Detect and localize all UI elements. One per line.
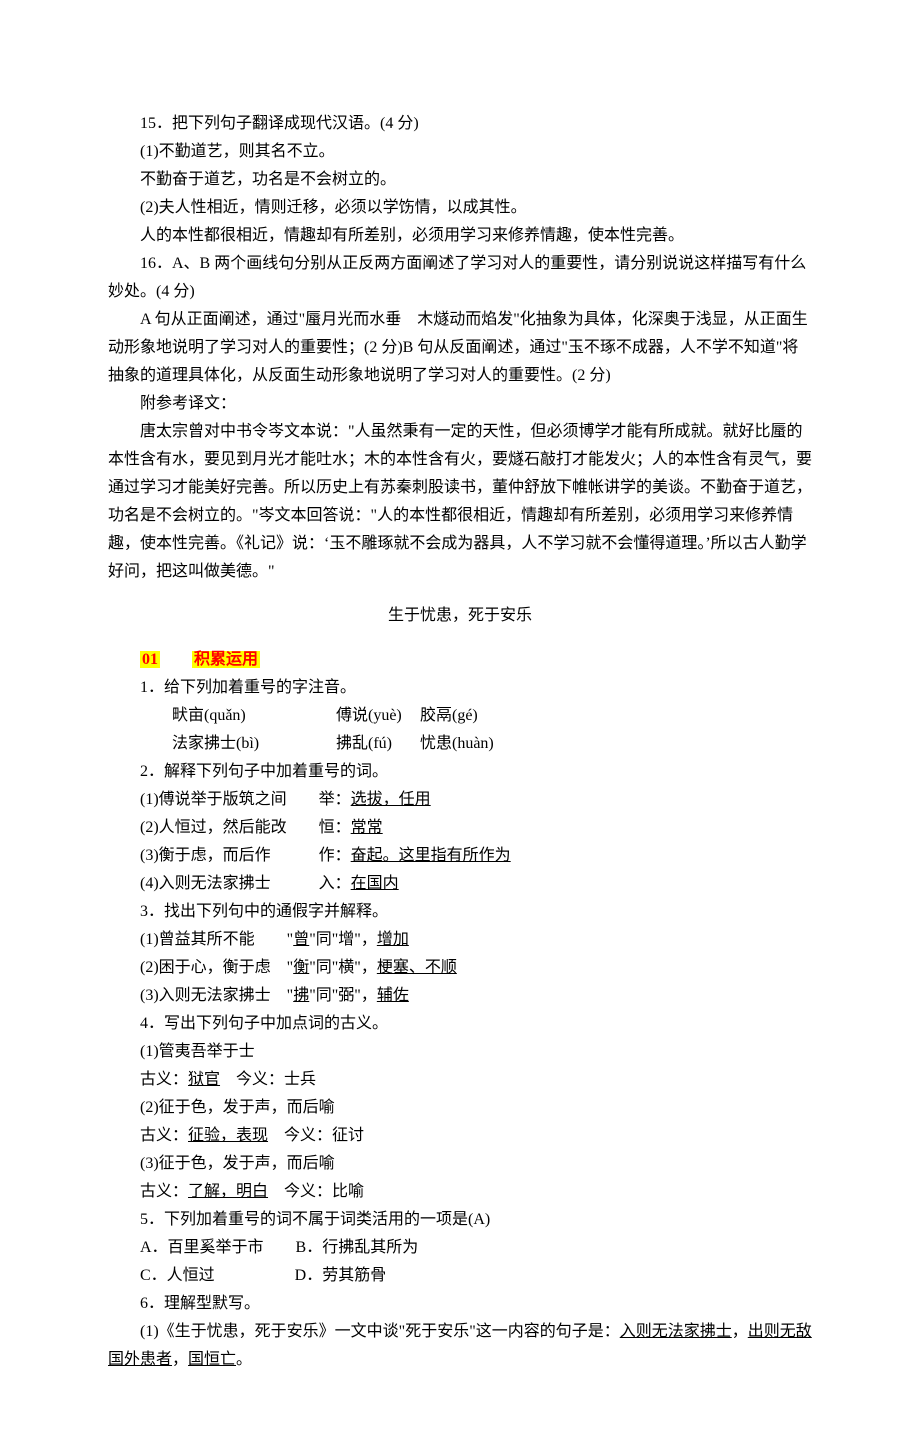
s5-b: C．人恒过 D．劳其筋骨 <box>108 1262 812 1290</box>
s6-q: 6．理解型默写。 <box>108 1290 812 1318</box>
section-gap <box>160 651 192 668</box>
s3-i3: (3)入则无法家拂士 "拂"同"弼"，辅佐 <box>108 982 812 1010</box>
s4-i3: (3)征于色，发于声，而后喻 <box>108 1150 812 1178</box>
s4-i1-line: 古义：狱官 今义：士兵 <box>108 1066 812 1094</box>
s4-i1: (1)管夷吾举于士 <box>108 1038 812 1066</box>
s4-i3-line: 古义：了解，明白 今义：比喻 <box>108 1178 812 1206</box>
q16-ans: A 句从正面阐述，通过"蜃月光而水垂 木燧动而焰发"化抽象为具体，化深奥于浅显，… <box>108 306 812 390</box>
s6-i1g: 。 <box>236 1351 252 1368</box>
s2-i4b: 在国内 <box>351 875 399 892</box>
title2: 生于忧患，死于安乐 <box>108 602 812 630</box>
s3-i3b: 拂 <box>293 987 309 1004</box>
s3-i3a: (3)入则无法家拂士 " <box>140 987 293 1004</box>
s2-q: 2．解释下列句子中加着重号的词。 <box>108 758 812 786</box>
s3-i2a: (2)困于心，衡于虑 " <box>140 959 293 976</box>
section-num: 01 <box>140 651 160 668</box>
s4-i3c: 今义：比喻 <box>268 1183 364 1200</box>
s3-i3c: "同"弼"， <box>309 987 377 1004</box>
s2-i1b: 选拔，任用 <box>351 791 431 808</box>
s5-a: A．百里奚举于市 B．行拂乱其所为 <box>108 1234 812 1262</box>
s4-i1b: 狱官 <box>188 1071 220 1088</box>
s4-q: 4．写出下列句子中加点词的古义。 <box>108 1010 812 1038</box>
s3-i2c: "同"横"， <box>309 959 377 976</box>
s4-i3a: 古义： <box>140 1183 188 1200</box>
s3-i1c: "同"增"， <box>309 931 377 948</box>
s2-i2b: 常常 <box>351 819 383 836</box>
s4-i3b: 了解，明白 <box>188 1183 268 1200</box>
document-page: 15．把下列句子翻译成现代汉语。(4 分) (1)不勤道艺，则其名不立。 不勤奋… <box>0 0 920 1434</box>
s4-i2b: 征验，表现 <box>188 1127 268 1144</box>
s3-i1b: 曾 <box>293 931 309 948</box>
s3-i2: (2)困于心，衡于虑 "衡"同"横"，梗塞、不顺 <box>108 954 812 982</box>
s3-i1a: (1)曾益其所不能 " <box>140 931 293 948</box>
q15-ans1: 不勤奋于道艺，功名是不会树立的。 <box>108 166 812 194</box>
s4-i2: (2)征于色，发于声，而后喻 <box>108 1094 812 1122</box>
s6-i1e: ， <box>172 1351 188 1368</box>
s1-r2b: 拂乱(fú) <box>304 730 416 758</box>
s1-row2: 法家拂士(bì) 拂乱(fú) 忧患(huàn) <box>108 730 812 758</box>
s5-q: 5．下列加着重号的词不属于词类活用的一项是(A) <box>108 1206 812 1234</box>
q16-title: 16．A、B 两个画线句分别从正反两方面阐述了学习对人的重要性，请分别说说这样描… <box>108 250 812 306</box>
s2-i2: (2)人恒过，然后能改 恒：常常 <box>108 814 812 842</box>
s3-i2b: 衡 <box>293 959 309 976</box>
s2-i3b: 奋起。这里指有所作为 <box>351 847 511 864</box>
s6-i1: (1)《生于忧患，死于安乐》一文中谈"死于安乐"这一内容的句子是：入则无法家拂士… <box>108 1318 812 1374</box>
s2-i4: (4)入则无法家拂士 入：在国内 <box>108 870 812 898</box>
s2-i4a: (4)入则无法家拂士 入： <box>140 875 351 892</box>
ref-p1: 唐太宗曾对中书令岑文本说："人虽然秉有一定的天性，但必须博学才能有所成就。就好比… <box>108 418 812 586</box>
s1-r2a: 法家拂士(bì) <box>140 730 300 758</box>
s2-i3: (3)衡于虑，而后作 作：奋起。这里指有所作为 <box>108 842 812 870</box>
q15-title: 15．把下列句子翻译成现代汉语。(4 分) <box>108 110 812 138</box>
s4-i2c: 今义：征讨 <box>268 1127 364 1144</box>
section-label: 积累运用 <box>192 651 260 668</box>
s1-r1c: 胶鬲(gé) <box>420 707 478 724</box>
s6-i1b: 入则无法家拂士 <box>620 1323 732 1340</box>
ref-head: 附参考译文： <box>108 390 812 418</box>
s4-i1a: 古义： <box>140 1071 188 1088</box>
q15-ans2: 人的本性都很相近，情趣却有所差别，必须用学习来修养情趣，使本性完善。 <box>108 222 812 250</box>
s3-i1: (1)曾益其所不能 "曾"同"增"，增加 <box>108 926 812 954</box>
s6-i1a: (1)《生于忧患，死于安乐》一文中谈"死于安乐"这一内容的句子是： <box>140 1323 620 1340</box>
s4-i1c: 今义：士兵 <box>220 1071 316 1088</box>
s1-q: 1．给下列加着重号的字注音。 <box>108 674 812 702</box>
s1-row1: 畎亩(quǎn) 傅说(yuè) 胶鬲(gé) <box>108 702 812 730</box>
s4-i2a: 古义： <box>140 1127 188 1144</box>
s3-i2d: 梗塞、不顺 <box>377 959 457 976</box>
s3-q: 3．找出下列句中的通假字并解释。 <box>108 898 812 926</box>
s6-i1c: ， <box>732 1323 748 1340</box>
s2-i3a: (3)衡于虑，而后作 作： <box>140 847 351 864</box>
s3-i3d: 辅佐 <box>377 987 409 1004</box>
s6-i1f: 国恒亡 <box>188 1351 236 1368</box>
s1-r1b: 傅说(yuè) <box>304 702 416 730</box>
s3-i1d: 增加 <box>377 931 409 948</box>
s1-r2c: 忧患(huàn) <box>420 735 494 752</box>
s1-r1a: 畎亩(quǎn) <box>140 702 300 730</box>
s4-i2-line: 古义：征验，表现 今义：征讨 <box>108 1122 812 1150</box>
s2-i1: (1)傅说举于版筑之间 举：选拔，任用 <box>108 786 812 814</box>
q15-item2: (2)夫人性相近，情则迁移，必须以学饬情，以成其性。 <box>108 194 812 222</box>
section-row: 01 积累运用 <box>108 646 812 674</box>
s2-i2a: (2)人恒过，然后能改 恒： <box>140 819 351 836</box>
q15-item1: (1)不勤道艺，则其名不立。 <box>108 138 812 166</box>
s2-i1a: (1)傅说举于版筑之间 举： <box>140 791 351 808</box>
